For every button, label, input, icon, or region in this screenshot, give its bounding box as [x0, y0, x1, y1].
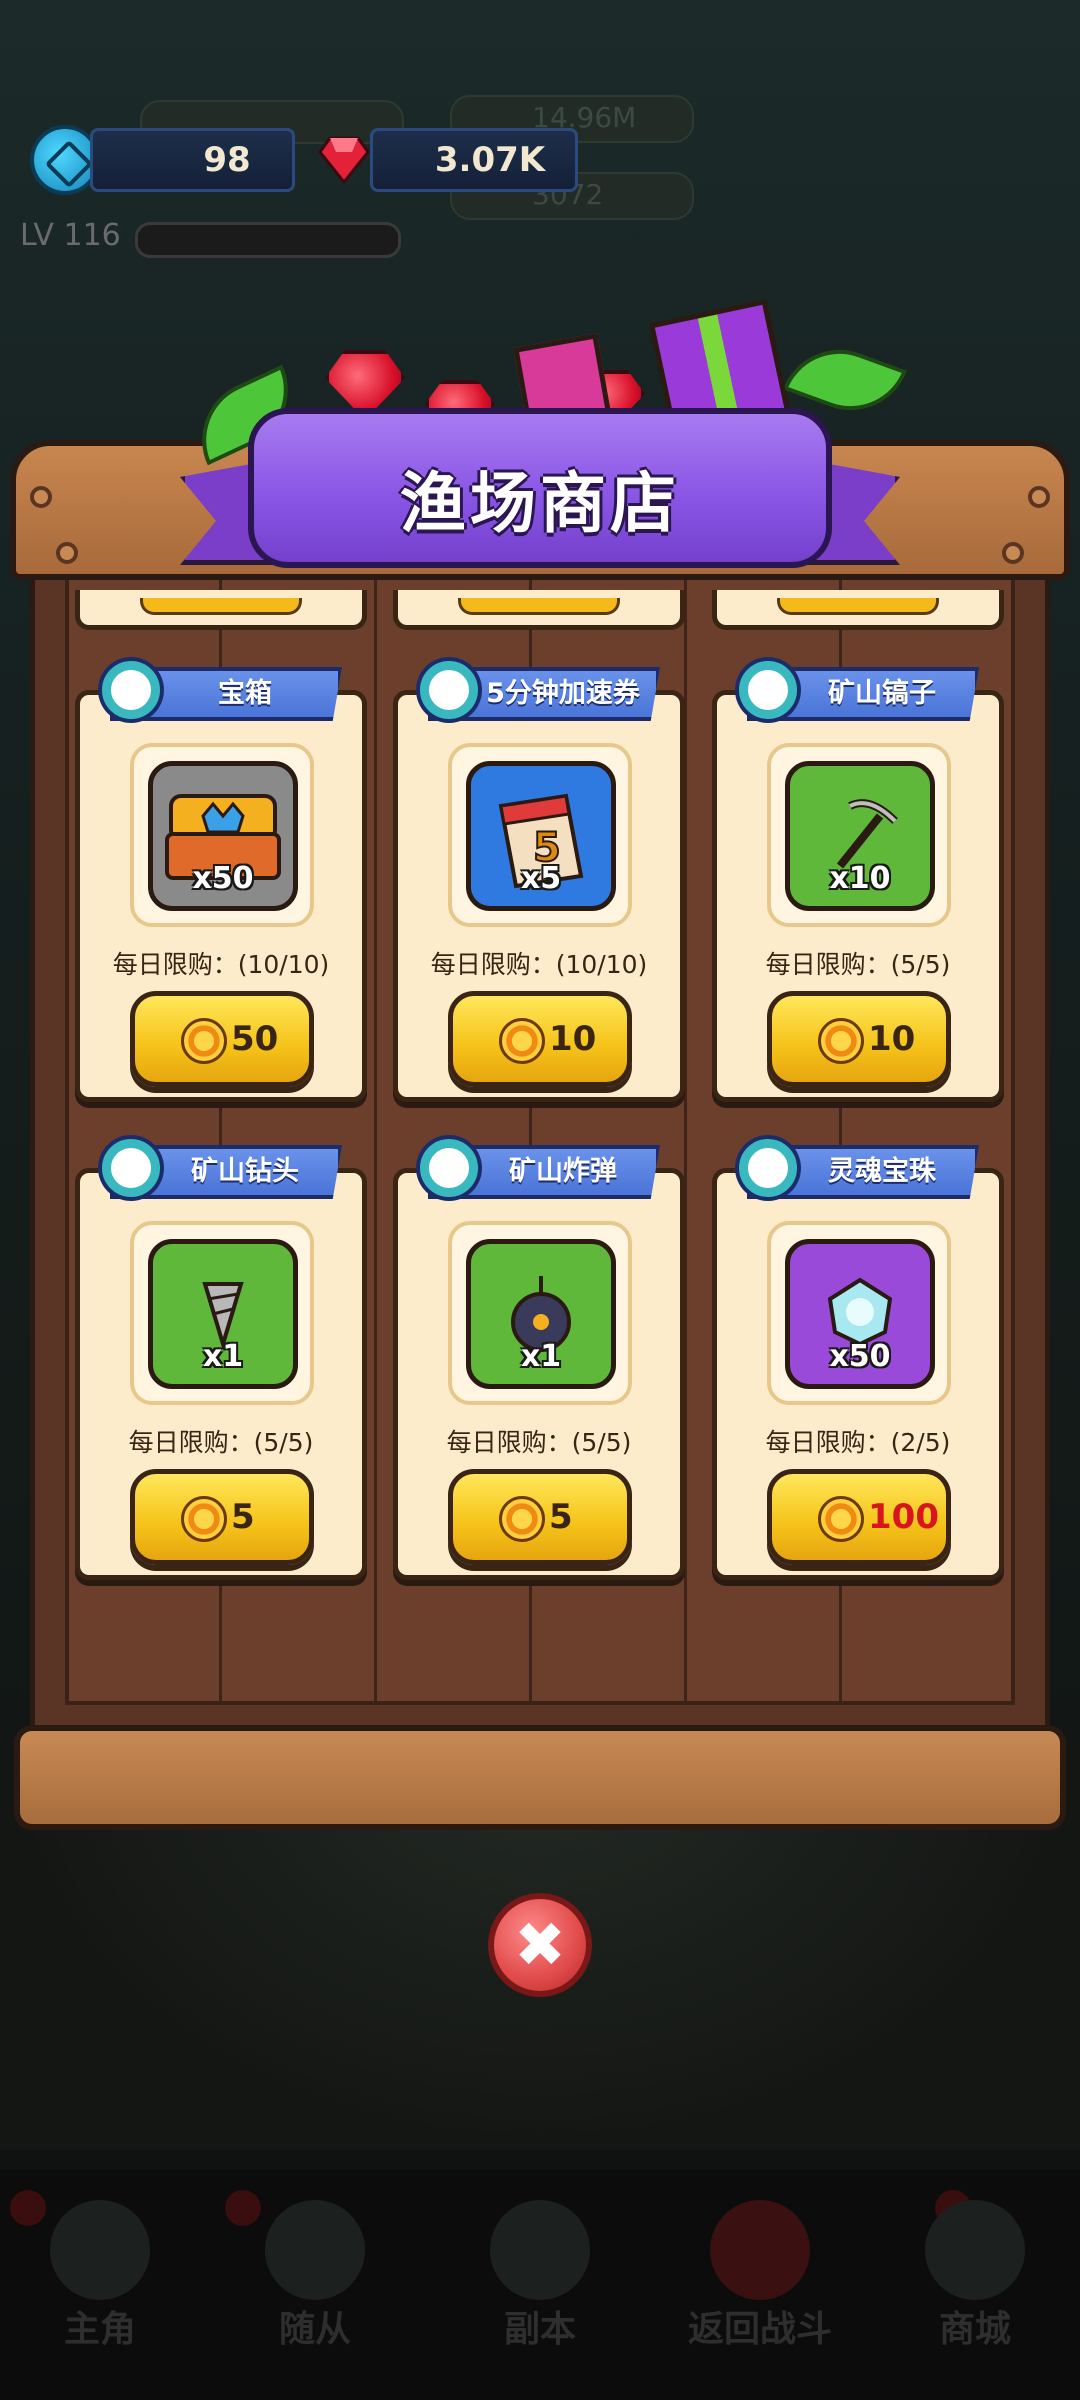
tag-circle-icon	[739, 661, 797, 719]
shop-item-card: 矿山钻头 x1 每日限购：(5/5) 5	[75, 1139, 367, 1580]
fish-currency-value: 98	[203, 140, 251, 180]
shop-item-card: 矿山镐子 x10 每日限购：(5/5) 10	[712, 661, 1004, 1102]
nav-label: 主角	[63, 2309, 136, 2350]
level-progress-bar	[135, 222, 401, 258]
item-icon-frame: x50	[130, 743, 314, 927]
coin-icon	[499, 1496, 545, 1542]
soul-orb-icon: x50	[785, 1239, 935, 1389]
item-name: 矿山钻头	[191, 1156, 299, 1187]
nail	[1002, 542, 1024, 564]
item-icon-frame: x1	[130, 1221, 314, 1405]
daily-limit: 每日限购：(10/10)	[430, 950, 648, 979]
tag-circle-icon	[102, 1139, 160, 1197]
nav-item-followers[interactable]: 随从	[215, 2190, 415, 2390]
buy-button[interactable]: 5	[448, 1469, 632, 1565]
coin-icon	[818, 1018, 864, 1064]
fish-currency-counter: 98	[90, 128, 295, 192]
player-level: LV 116	[20, 218, 121, 253]
shop-item-card: 灵魂宝珠 x50 每日限购：(2/5) 100	[712, 1139, 1004, 1580]
tag-circle-icon	[102, 661, 160, 719]
price: 100	[868, 1497, 939, 1537]
buy-button[interactable]: 5	[130, 1469, 314, 1565]
bomb-icon: x1	[466, 1239, 616, 1389]
plank-line	[374, 559, 377, 1701]
item-icon-frame: x10	[767, 743, 951, 927]
coin-icon	[181, 1018, 227, 1064]
price: 10	[549, 1019, 597, 1059]
item-quantity: x5	[520, 861, 562, 896]
item-quantity: x50	[829, 1339, 891, 1374]
item-quantity: x1	[520, 1339, 562, 1374]
item-quantity: x10	[829, 861, 891, 896]
ruby-gem-icon	[318, 136, 370, 184]
shop-title: 渔场商店	[400, 465, 680, 542]
item-name: 宝箱	[218, 678, 272, 709]
nail	[56, 542, 78, 564]
nav-label: 副本	[503, 2309, 576, 2350]
item-name: 矿山炸弹	[509, 1156, 617, 1187]
return-battle-icon	[710, 2200, 810, 2300]
currency-bar: 98 3.07K	[0, 110, 1080, 210]
item-name: 矿山镐子	[828, 678, 936, 709]
shop-title-banner: 渔场商店	[248, 408, 832, 568]
notification-dot	[225, 2190, 261, 2226]
coin-icon	[818, 1496, 864, 1542]
shop-item-card: 矿山炸弹 x1 每日限购：(5/5) 5	[393, 1139, 685, 1580]
nav-item-return-battle[interactable]: 返回战斗	[660, 2190, 860, 2390]
item-icon-frame: x50	[767, 1221, 951, 1405]
nail	[1028, 486, 1050, 508]
hero-icon	[50, 2200, 150, 2300]
item-icon-frame: x1	[448, 1221, 632, 1405]
buy-button[interactable]: 100	[767, 1469, 951, 1565]
buy-button[interactable]: 10	[448, 991, 632, 1087]
nav-label: 随从	[278, 2309, 351, 2350]
gem-counter: 3.07K	[370, 128, 578, 192]
daily-limit: 每日限购：(5/5)	[128, 1428, 314, 1457]
buy-button[interactable]: 10	[767, 991, 951, 1087]
item-quantity: x1	[202, 1339, 244, 1374]
card-stub	[393, 590, 685, 630]
nav-label: 商城	[938, 2309, 1011, 2350]
nav-item-hero[interactable]: 主角	[0, 2190, 200, 2390]
daily-limit: 每日限购：(10/10)	[112, 950, 330, 979]
dungeon-icon	[490, 2200, 590, 2300]
tag-circle-icon	[420, 661, 478, 719]
calendar-speedup-icon: 5 x5	[466, 761, 616, 911]
store-icon	[925, 2200, 1025, 2300]
daily-limit: 每日限购：(5/5)	[446, 1428, 632, 1457]
pickaxe-icon: x10	[785, 761, 935, 911]
coin-icon	[499, 1018, 545, 1064]
close-icon: ✖	[514, 1908, 566, 1981]
card-stub	[75, 590, 367, 630]
price: 50	[231, 1019, 279, 1059]
price: 5	[549, 1497, 573, 1537]
card-stub	[712, 590, 1004, 630]
nav-item-store[interactable]: 商城	[875, 2190, 1075, 2390]
item-name: 灵魂宝珠	[828, 1156, 936, 1187]
tag-circle-icon	[739, 1139, 797, 1197]
bottom-nav: 主角 随从 副本 返回战斗 商城	[0, 2170, 1080, 2400]
buy-button[interactable]: 50	[130, 991, 314, 1087]
item-icon-frame: 5 x5	[448, 743, 632, 927]
drill-bit-icon: x1	[148, 1239, 298, 1389]
treasure-chest-icon: x50	[148, 761, 298, 911]
nav-item-dungeon[interactable]: 副本	[440, 2190, 640, 2390]
shop-item-card: 宝箱 x50 每日限购：(10/10) 50	[75, 661, 367, 1102]
price: 10	[868, 1019, 916, 1059]
tag-circle-icon	[420, 1139, 478, 1197]
notification-dot	[10, 2190, 46, 2226]
coin-icon	[181, 1496, 227, 1542]
price: 5	[231, 1497, 255, 1537]
daily-limit: 每日限购：(5/5)	[765, 950, 951, 979]
bottom-plank	[14, 1725, 1066, 1830]
daily-limit: 每日限购：(2/5)	[765, 1428, 951, 1457]
nav-label: 返回战斗	[687, 2309, 832, 2350]
gem-value: 3.07K	[434, 140, 546, 180]
close-button[interactable]: ✖	[488, 1893, 592, 1997]
follower-icon	[265, 2200, 365, 2300]
shop-item-card: 5分钟加速券 5 x5 每日限购：(10/10) 10	[393, 661, 685, 1102]
item-quantity: x50	[192, 861, 254, 896]
nail	[30, 486, 52, 508]
item-name: 5分钟加速券	[486, 678, 640, 709]
